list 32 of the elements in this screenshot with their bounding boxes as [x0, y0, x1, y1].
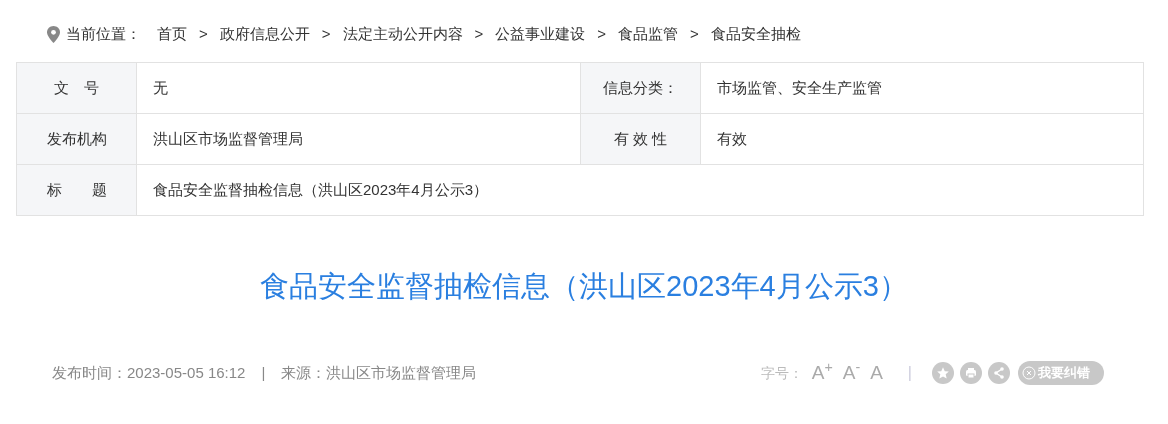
field-value: 洪山区市场监督管理局 — [136, 113, 581, 165]
breadcrumb-label: 当前位置： — [66, 23, 141, 44]
field-label: 发布机构 — [16, 113, 137, 165]
breadcrumb-link[interactable]: 食品安全抽检 — [710, 22, 801, 46]
breadcrumb-link[interactable]: 政府信息公开 — [219, 22, 310, 46]
share-icon[interactable] — [988, 362, 1010, 384]
publish-time: 发布时间：2023-05-05 16:12 — [52, 362, 246, 383]
field-label: 有 效 性 — [580, 113, 701, 165]
meta-divider: | — [261, 362, 266, 383]
location-pin-icon — [47, 25, 60, 43]
source-text: 来源：洪山区市场监督管理局 — [281, 362, 477, 383]
breadcrumb-link[interactable]: 公益事业建设 — [495, 22, 586, 46]
print-icon[interactable] — [960, 362, 982, 384]
field-label: 标 题 — [16, 164, 137, 216]
font-size-label: 字号： — [760, 363, 803, 383]
breadcrumb-separator: > — [597, 23, 607, 44]
breadcrumb-link[interactable]: 首页 — [157, 22, 187, 46]
breadcrumb-link[interactable]: 食品监管 — [618, 22, 679, 46]
field-label: 信息分类： — [580, 62, 701, 114]
breadcrumb-separator: > — [321, 23, 331, 44]
field-value: 有效 — [700, 113, 1144, 165]
field-label: 文 号 — [16, 62, 137, 114]
field-value: 市场监管、安全生产监管 — [700, 62, 1144, 114]
field-value: 食品安全监督抽检信息（洪山区2023年4月公示3） — [136, 164, 1144, 216]
field-value: 无 — [136, 62, 581, 114]
article-title: 食品安全监督抽检信息（洪山区2023年4月公示3） — [259, 269, 909, 304]
breadcrumb-separator: > — [474, 23, 484, 44]
breadcrumb-link[interactable]: 法定主动公开内容 — [342, 22, 463, 46]
breadcrumb-separator: > — [199, 23, 208, 44]
toolbar-divider: | — [907, 363, 912, 383]
breadcrumb-separator: > — [690, 23, 699, 44]
circled-x-icon — [1022, 366, 1036, 380]
